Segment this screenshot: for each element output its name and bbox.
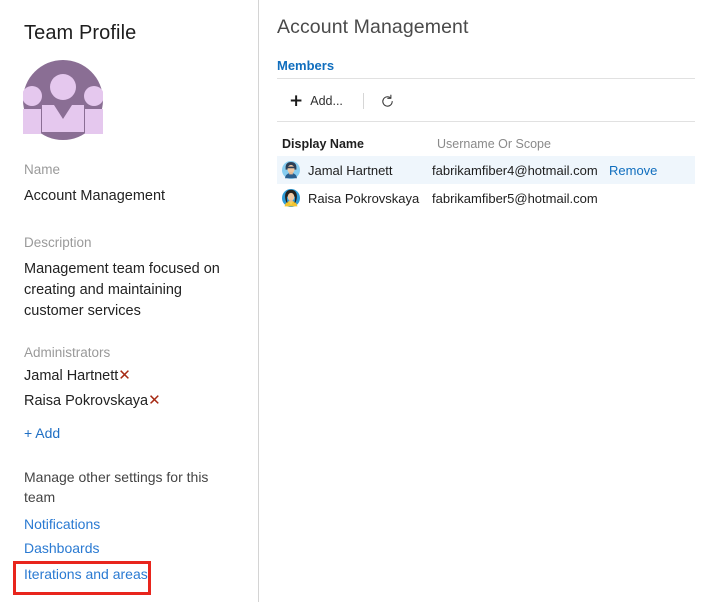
sidebar-link-notifications[interactable]: Notifications [24, 516, 100, 532]
field-description-label: Description [24, 235, 92, 250]
manage-settings-text: Manage other settings for this team [24, 469, 209, 505]
cell-display-name: Jamal Hartnett [277, 161, 432, 179]
field-administrators: Administrators Jamal Hartnett✕ Raisa Pok… [24, 344, 161, 412]
field-administrators-label: Administrators [24, 345, 111, 360]
add-administrator-link[interactable]: + Add [24, 425, 60, 441]
administrator-name: Raisa Pokrovskaya [24, 393, 149, 409]
cell-username: fabrikamfiber5@hotmail.com [432, 190, 598, 206]
field-name-label: Name [24, 162, 61, 177]
toolbar-separator [362, 93, 364, 109]
cell-username: fabrikamfiber4@hotmail.com [432, 162, 598, 178]
table-header-row: Display Name Username Or Scope [277, 131, 695, 156]
add-member-button[interactable]: + Add... [277, 91, 351, 112]
refresh-icon[interactable] [377, 91, 398, 112]
panel-title: Account Management [277, 16, 469, 38]
members-toolbar: + Add... [277, 86, 398, 116]
field-name-value: Account Management [24, 188, 166, 204]
tab-members[interactable]: Members [277, 58, 334, 73]
table-row[interactable]: Jamal Hartnett fabrikamfiber4@hotmail.co… [277, 156, 695, 184]
column-header-display-name: Display Name [282, 136, 364, 151]
team-profile-page: Team Profile Name Account Management Des… [0, 0, 701, 602]
column-header-username-or-scope: Username Or Scope [437, 136, 551, 151]
plus-icon: + [289, 90, 304, 111]
add-member-label: Add... [310, 94, 343, 108]
sidebar-link-iterations-and-areas[interactable]: Iterations and areas [24, 566, 148, 582]
remove-x-icon[interactable]: ✕ [118, 366, 131, 384]
administrator-row: Jamal Hartnett✕ [24, 364, 161, 387]
field-description-value: Management team focused on creating and … [24, 261, 220, 319]
display-name-text: Jamal Hartnett [308, 162, 393, 178]
display-name-text: Raisa Pokrovskaya [308, 190, 420, 206]
toolbar-top-divider [277, 78, 695, 79]
table-row[interactable]: Raisa Pokrovskaya fabrikamfiber5@hotmail… [277, 184, 695, 212]
members-table: Display Name Username Or Scope Jamal Har… [277, 131, 695, 212]
remove-member-link[interactable]: Remove [609, 163, 695, 178]
administrator-name: Jamal Hartnett [24, 368, 119, 384]
administrator-row: Raisa Pokrovskaya✕ [24, 389, 161, 412]
user-avatar-male-icon [282, 161, 300, 179]
cell-display-name: Raisa Pokrovskaya [277, 189, 432, 207]
field-description: Description Management team focused on c… [24, 234, 229, 322]
team-group-avatar-icon [22, 60, 104, 140]
sidebar-link-dashboards[interactable]: Dashboards [24, 540, 100, 556]
user-avatar-female-icon [282, 189, 300, 207]
page-title: Team Profile [24, 22, 137, 44]
toolbar-bottom-divider [277, 121, 695, 122]
field-name: Name Account Management [24, 161, 229, 207]
team-profile-sidebar: Team Profile Name Account Management Des… [0, 0, 259, 602]
remove-x-icon[interactable]: ✕ [148, 391, 161, 409]
account-management-panel: Account Management Members + Add... Disp… [260, 0, 701, 602]
